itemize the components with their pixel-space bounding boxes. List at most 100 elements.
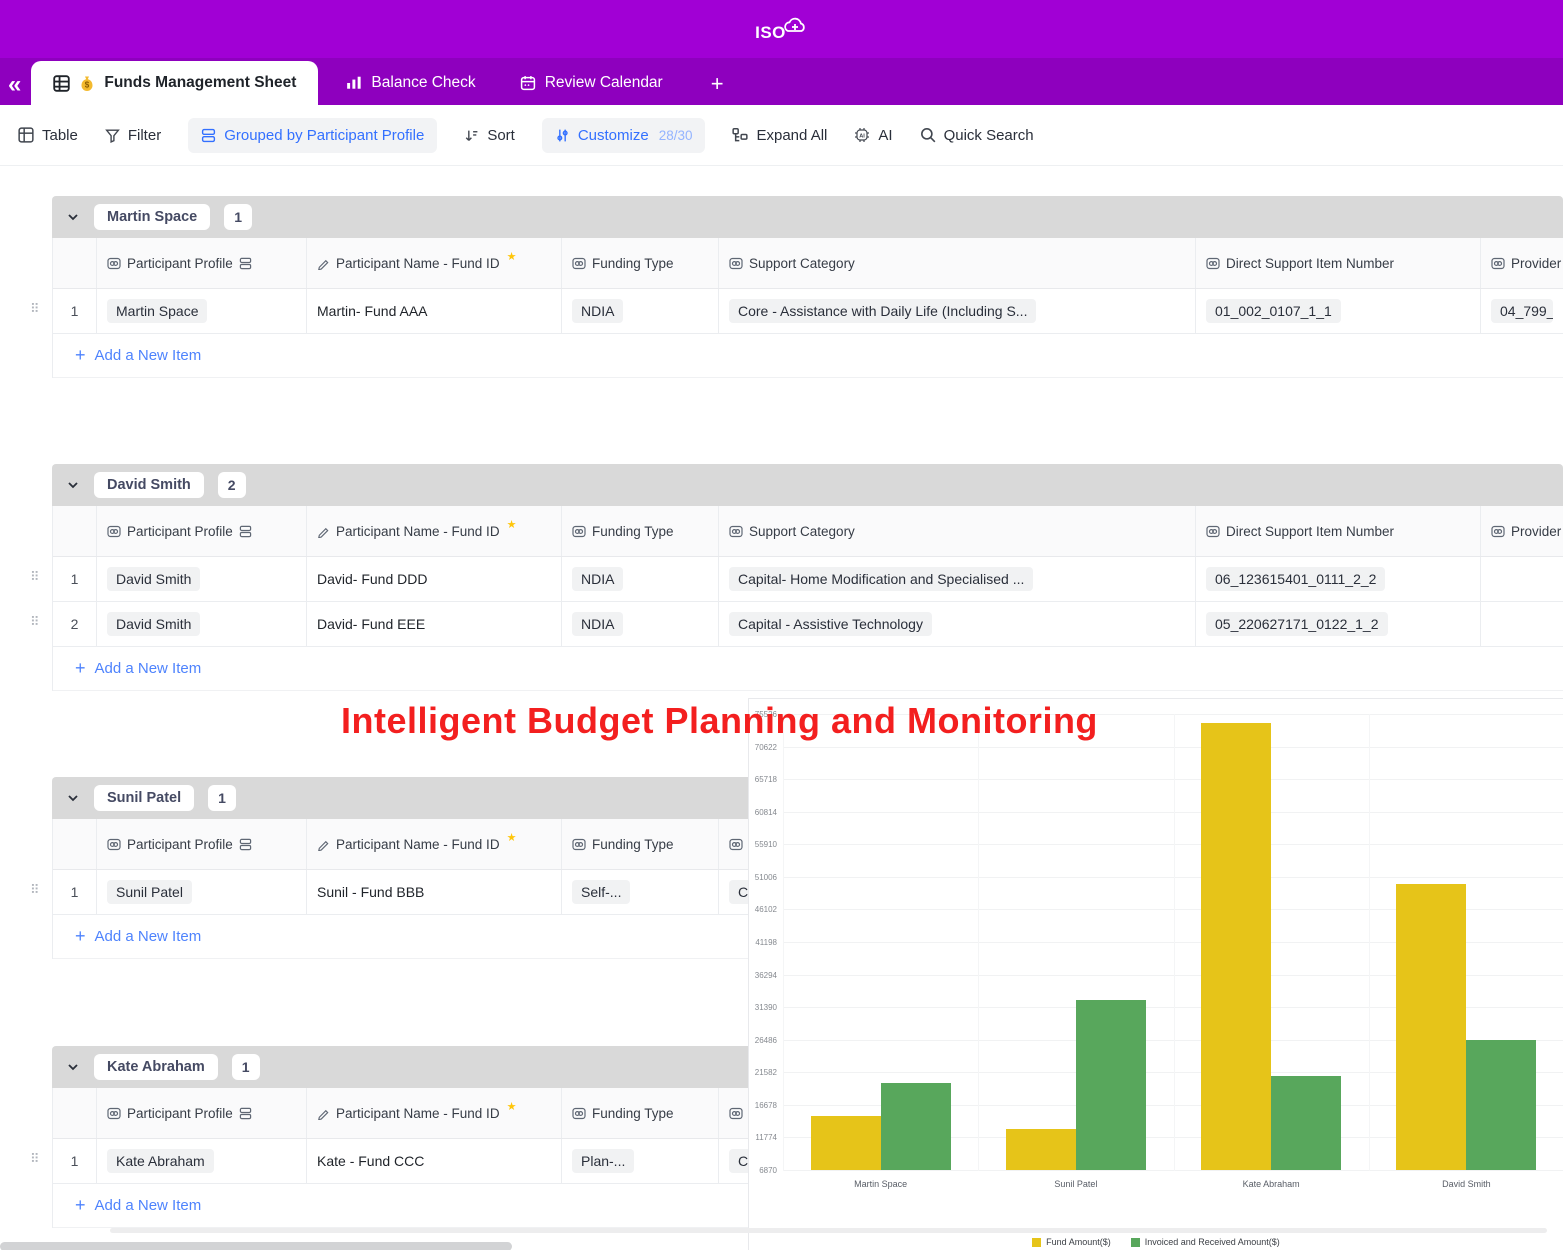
column-support-category[interactable]: Support Category (719, 238, 1196, 288)
chart-plot (783, 714, 1563, 1170)
column-participant-profile[interactable]: Participant Profile (97, 506, 307, 556)
svg-text:$: $ (85, 80, 90, 89)
column-participant-profile[interactable]: Participant Profile (97, 819, 307, 869)
cell-funding-type[interactable]: Self-... (562, 870, 719, 914)
cell-participant-name[interactable]: David- Fund EEE (307, 602, 562, 646)
table-icon (18, 127, 34, 143)
tab-balance-check[interactable]: Balance Check (324, 61, 497, 105)
column-funding-type[interactable]: Funding Type (562, 819, 719, 869)
cell-participant-name[interactable]: Martin- Fund AAA (307, 289, 562, 333)
cell-direct-support-item-number[interactable]: 06_123615401_0111_2_2 (1196, 557, 1481, 601)
sheet-tabbar: « $ Funds Management Sheet Balance Check (0, 58, 1563, 105)
drag-handle-icon[interactable]: ⠿ (30, 302, 40, 317)
x-axis-label: Sunil Patel (1006, 1179, 1146, 1189)
bar-kate-abraham-fund (1201, 723, 1271, 1170)
cell-participant-name[interactable]: David- Fund DDD (307, 557, 562, 601)
chevron-down-icon[interactable] (66, 1060, 80, 1074)
drag-handle-icon[interactable]: ⠿ (30, 883, 40, 898)
view-toolbar: Table Filter Grouped by Participant Prof… (0, 105, 1563, 166)
grouped-field-icon (239, 838, 252, 851)
chevron-down-icon[interactable] (66, 210, 80, 224)
column-provider[interactable]: Provider (1481, 506, 1563, 556)
column-funding-type[interactable]: Funding Type (562, 238, 719, 288)
column-direct-support-item-number[interactable]: Direct Support Item Number (1196, 506, 1481, 556)
cell-participant-name[interactable]: Sunil - Fund BBB (307, 870, 562, 914)
group-count-badge: 1 (232, 1054, 260, 1080)
y-axis-tick: 36294 (749, 971, 777, 980)
cell-provider[interactable] (1481, 602, 1563, 646)
y-axis-tick: 46102 (749, 905, 777, 914)
y-axis-tick: 41198 (749, 938, 777, 947)
quick-search-button[interactable]: Quick Search (920, 127, 1034, 144)
cell-direct-support-item-number[interactable]: 05_220627171_0122_1_2 (1196, 602, 1481, 646)
cell-participant-profile[interactable]: David Smith (97, 557, 307, 601)
table-row: ⠿ 1 Martin Space Martin- Fund AAA NDIA C… (53, 289, 1563, 334)
drag-handle-icon[interactable]: ⠿ (30, 570, 40, 585)
link-icon (729, 1107, 743, 1120)
legend-item: Invoiced and Received Amount($) (1131, 1237, 1280, 1247)
cell-support-category[interactable]: Capital- Home Modification and Specialis… (719, 557, 1196, 601)
cell-support-category[interactable]: Capital - Assistive Technology (719, 602, 1196, 646)
column-funding-type[interactable]: Funding Type (562, 1088, 719, 1138)
cell-provider[interactable] (1481, 557, 1563, 601)
tab-funds-management-sheet[interactable]: $ Funds Management Sheet (31, 61, 318, 105)
y-axis-tick: 26486 (749, 1036, 777, 1045)
cell-funding-type[interactable]: NDIA (562, 602, 719, 646)
cell-participant-profile[interactable]: Kate Abraham (97, 1139, 307, 1183)
drag-handle-icon[interactable]: ⠿ (30, 615, 40, 630)
column-support-category[interactable]: Support Category (719, 506, 1196, 556)
pencil-icon (317, 257, 330, 270)
drag-handle-icon[interactable]: ⠿ (30, 1152, 40, 1167)
cell-participant-profile[interactable]: Martin Space (97, 289, 307, 333)
cell-participant-profile[interactable]: David Smith (97, 602, 307, 646)
group-name-badge: Kate Abraham (94, 1054, 218, 1080)
chart-vline (783, 714, 784, 1171)
tab-review-calendar[interactable]: Review Calendar (498, 61, 685, 105)
group-icon (201, 128, 216, 143)
collapse-sidebar-icon[interactable]: « (8, 73, 21, 97)
column-participant-profile[interactable]: Participant Profile (97, 1088, 307, 1138)
grouped-by-button[interactable]: Grouped by Participant Profile (188, 118, 437, 153)
link-icon (572, 838, 586, 851)
cell-participant-profile[interactable]: Sunil Patel (97, 870, 307, 914)
cell-funding-type[interactable]: Plan-... (562, 1139, 719, 1183)
horizontal-scrollbar-track[interactable] (110, 1228, 1547, 1233)
link-icon (572, 257, 586, 270)
add-new-item-button[interactable]: +Add a New Item (53, 334, 1563, 378)
cell-provider[interactable]: 04_799_ (1481, 289, 1563, 333)
cell-funding-type[interactable]: NDIA (562, 289, 719, 333)
link-icon (572, 1107, 586, 1120)
tab-label: Funds Management Sheet (104, 74, 296, 92)
cell-direct-support-item-number[interactable]: 01_002_0107_1_1 (1196, 289, 1481, 333)
customize-button[interactable]: Customize 28/30 (542, 118, 706, 153)
column-participant-profile[interactable]: Participant Profile (97, 238, 307, 288)
column-participant-name[interactable]: Participant Name - Fund ID★ (307, 238, 562, 288)
ai-button[interactable]: AI AI (854, 127, 892, 144)
cell-participant-name[interactable]: Kate - Fund CCC (307, 1139, 562, 1183)
column-participant-name[interactable]: Participant Name - Fund ID★ (307, 1088, 562, 1138)
row-number: 2 (53, 602, 97, 646)
y-axis-tick: 51006 (749, 873, 777, 882)
tab-label: Balance Check (371, 74, 475, 92)
chevron-down-icon[interactable] (66, 791, 80, 805)
table-view-button[interactable]: Table (18, 127, 78, 144)
column-provider[interactable]: Provider (1481, 238, 1563, 288)
add-tab-button[interactable]: + (711, 73, 724, 95)
column-funding-type[interactable]: Funding Type (562, 506, 719, 556)
column-participant-name[interactable]: Participant Name - Fund ID★ (307, 506, 562, 556)
customize-count: 28/30 (659, 128, 693, 143)
column-participant-name[interactable]: Participant Name - Fund ID★ (307, 819, 562, 869)
cell-funding-type[interactable]: NDIA (562, 557, 719, 601)
chevron-down-icon[interactable] (66, 478, 80, 492)
expand-tree-icon (732, 127, 748, 143)
horizontal-scrollbar-thumb[interactable] (0, 1242, 512, 1250)
cell-support-category[interactable]: Core - Assistance with Daily Life (Inclu… (719, 289, 1196, 333)
group-david-smith: David Smith 2 Participant Profile Partic… (52, 464, 1563, 691)
legend-swatch (1032, 1238, 1041, 1247)
sort-button[interactable]: Sort (464, 127, 515, 144)
expand-all-button[interactable]: Expand All (732, 127, 827, 144)
add-new-item-button[interactable]: +Add a New Item (53, 647, 1563, 691)
filter-button[interactable]: Filter (105, 127, 161, 144)
bar-martin-space-fund (811, 1116, 881, 1170)
column-direct-support-item-number[interactable]: Direct Support Item Number (1196, 238, 1481, 288)
